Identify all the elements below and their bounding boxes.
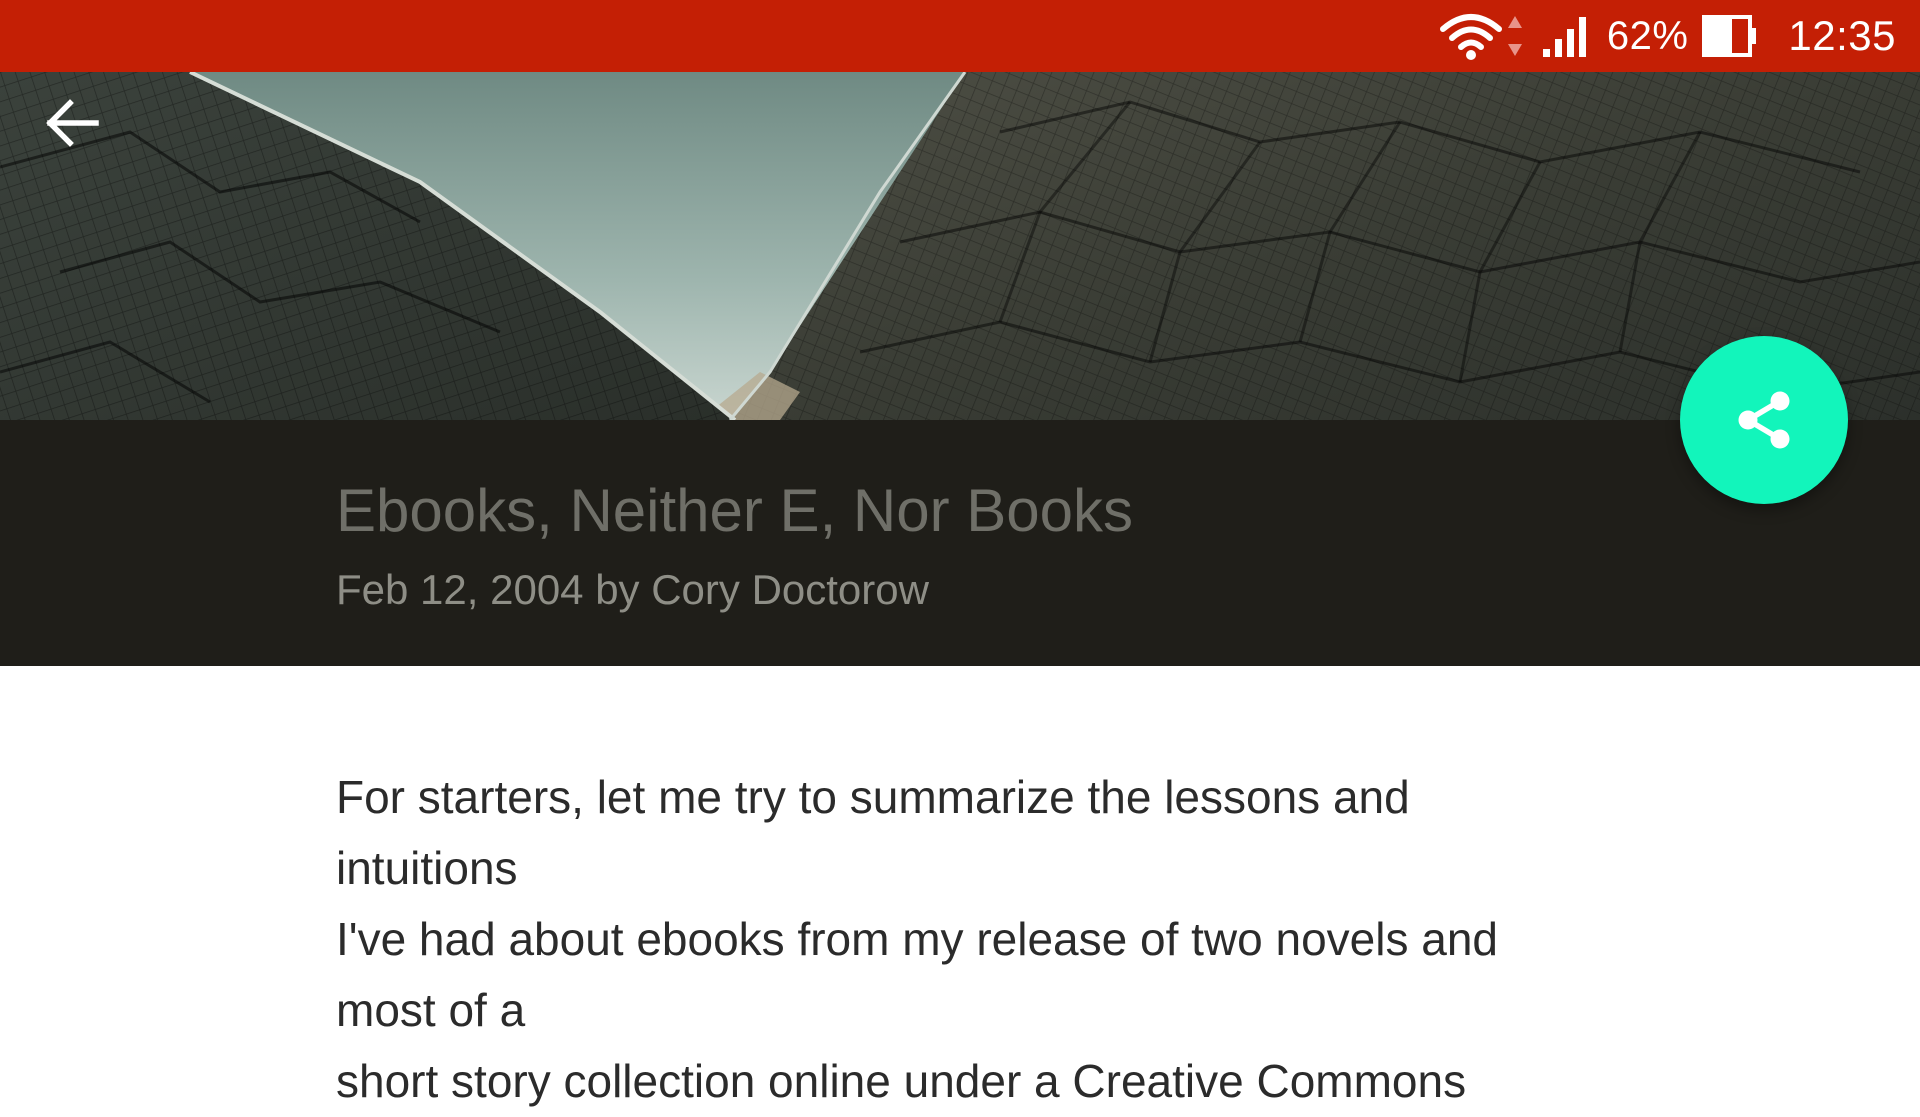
- article-title: Ebooks, Neither E, Nor Books: [336, 477, 1134, 544]
- signal-icon: [1541, 13, 1593, 59]
- hero-image: [0, 72, 1920, 420]
- status-bar: 62% 12:35: [0, 0, 1920, 72]
- clock: 12:35: [1788, 12, 1896, 59]
- share-button[interactable]: [1680, 336, 1848, 504]
- arrow-left-icon: [46, 99, 99, 147]
- wifi-icon: [1439, 11, 1503, 61]
- article-line: intuitions: [336, 842, 518, 894]
- article-line: most of a: [336, 984, 526, 1036]
- article-line: For starters, let me try to summarize th…: [336, 771, 1410, 823]
- battery-percent: 62%: [1606, 13, 1689, 58]
- article-line: short story collection online under a Cr…: [336, 1055, 1467, 1107]
- article-body: For starters, let me try to summarize th…: [336, 762, 1636, 1117]
- data-arrows-icon: [1507, 14, 1523, 58]
- back-button[interactable]: [44, 98, 124, 178]
- article-meta: Feb 12, 2004 by Cory Doctorow: [336, 566, 929, 613]
- battery-icon: [1702, 14, 1758, 58]
- article-line: I've had about ebooks from my release of…: [336, 913, 1498, 965]
- share-icon: [1738, 391, 1790, 449]
